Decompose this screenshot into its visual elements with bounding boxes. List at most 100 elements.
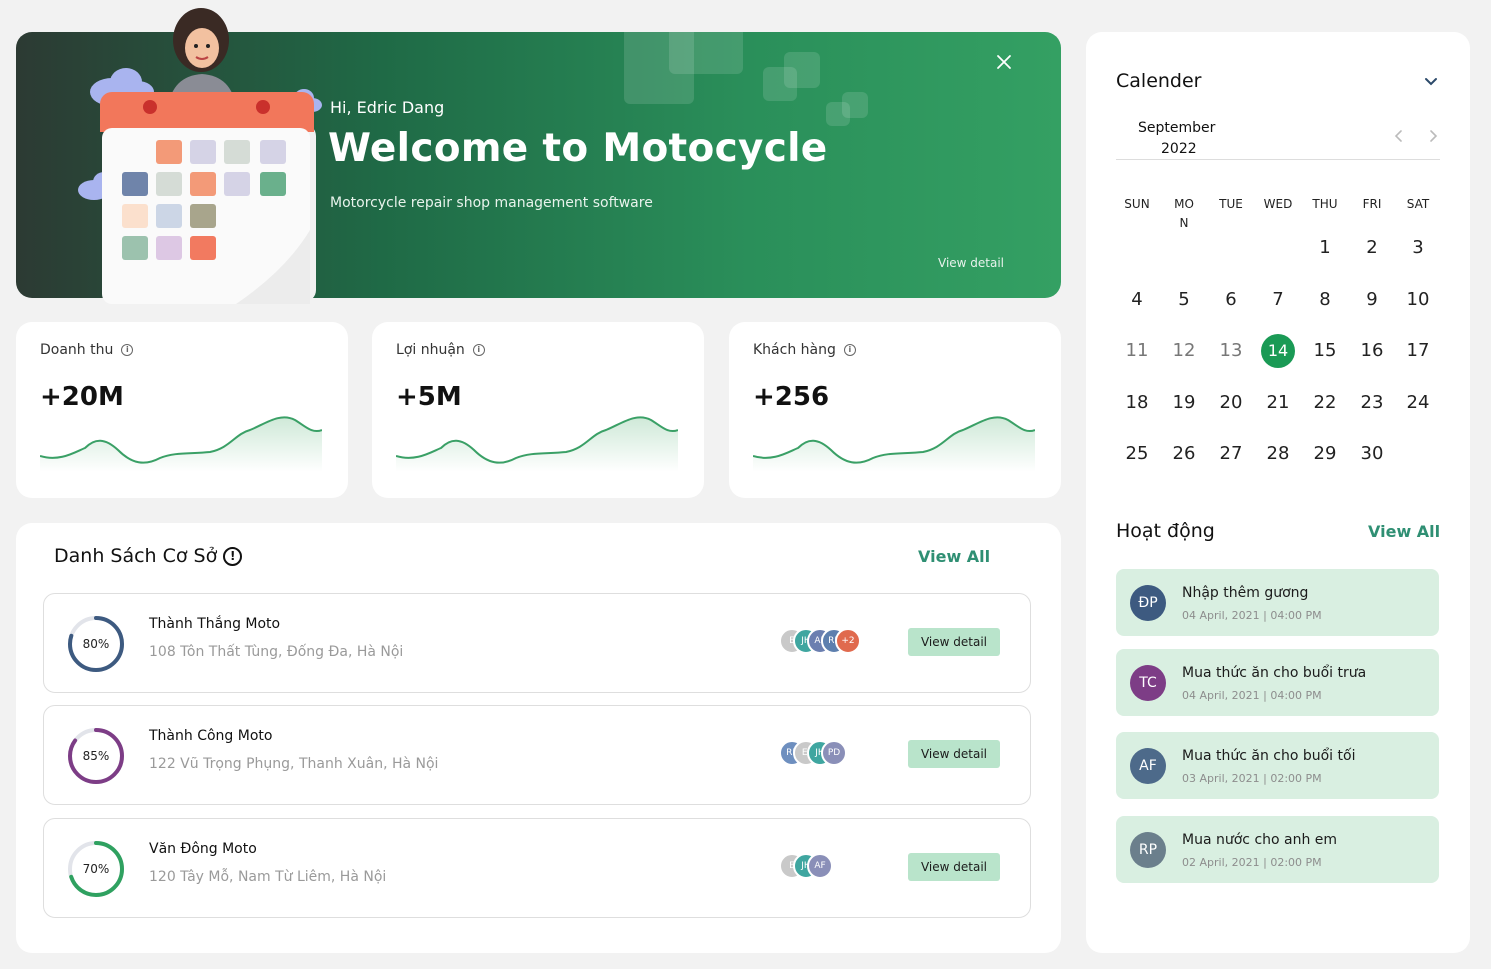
facility-row[interactable]: 80% Thành Thắng Moto 108 Tôn Thất Tùng, Đố… (43, 593, 1031, 693)
calendar-day[interactable]: 20 (1214, 386, 1248, 420)
calendar-day[interactable]: 19 (1167, 386, 1201, 420)
facility-list-panel: Danh Sách Cơ Sở ! View All 80% Thành Thắn… (16, 523, 1061, 953)
staff-avatars: RP EI JH PD (779, 740, 847, 768)
progress-ring: 70% (66, 839, 126, 899)
calendar-day[interactable]: 4 (1120, 283, 1154, 317)
activity-date: 03 April, 2021 | 02:00 PM (1182, 772, 1322, 785)
calendar-day[interactable]: 5 (1167, 283, 1201, 317)
alert-icon[interactable]: ! (223, 546, 243, 566)
calendar-month: September (1138, 120, 1216, 136)
facility-row[interactable]: 70% Văn Đông Moto 120 Tây Mỗ, Nam Từ Liêm,… (43, 818, 1031, 918)
calendar-day[interactable]: 23 (1355, 386, 1389, 420)
calendar-day[interactable]: 6 (1214, 283, 1248, 317)
chevron-left-icon[interactable] (1392, 128, 1406, 144)
activity-text: Mua thức ăn cho buổi trưa (1182, 665, 1367, 681)
avatar: ĐP (1130, 585, 1166, 621)
calendar-day[interactable]: 12 (1167, 334, 1201, 368)
calendar-day[interactable]: 21 (1261, 386, 1295, 420)
calendar-day[interactable]: 7 (1261, 283, 1295, 317)
calendar-day[interactable]: 17 (1401, 334, 1435, 368)
view-detail-button[interactable]: View detail (908, 740, 1000, 768)
facility-name: Văn Đông Moto (149, 841, 257, 857)
facility-view-all-link[interactable]: View All (918, 547, 990, 566)
calendar-day[interactable]: 25 (1120, 437, 1154, 471)
facility-row[interactable]: 85% Thành Công Moto 122 Vũ Trọng Phụng, Th… (43, 705, 1031, 805)
info-icon[interactable]: i (843, 344, 856, 356)
weekday-label: TUE (1219, 197, 1243, 211)
view-detail-button[interactable]: View detail (908, 853, 1000, 881)
activity-date: 04 April, 2021 | 04:00 PM (1182, 689, 1322, 702)
info-icon[interactable]: i (472, 344, 485, 356)
activity-item[interactable]: ĐP Nhập thêm gương 04 April, 2021 | 04:00 … (1116, 569, 1439, 636)
chevron-right-icon[interactable] (1426, 128, 1440, 144)
stat-card-customers: Khách hàng i +256 (729, 322, 1061, 498)
activity-text: Mua thức ăn cho buổi tối (1182, 748, 1356, 764)
activity-view-all-link[interactable]: View All (1368, 522, 1440, 541)
progress-percent: 85% (82, 749, 110, 763)
calendar-day[interactable]: 15 (1308, 334, 1342, 368)
calendar-day[interactable]: 1 (1308, 231, 1342, 265)
calendar-illustration (78, 8, 322, 304)
activity-item[interactable]: AF Mua thức ăn cho buổi tối 03 April, 2021… (1116, 732, 1439, 799)
calendar-day[interactable]: 18 (1120, 386, 1154, 420)
facility-name: Thành Thắng Moto (149, 616, 281, 632)
calendar-day[interactable]: 8 (1308, 283, 1342, 317)
calendar-day[interactable]: 30 (1355, 437, 1389, 471)
calendar-day[interactable]: 2 (1355, 231, 1389, 265)
progress-percent: 80% (82, 637, 110, 651)
progress-percent: 70% (82, 862, 110, 876)
info-icon[interactable]: i (121, 344, 134, 356)
activity-title: Hoạt động (1116, 520, 1215, 542)
calendar-year: 2022 (1161, 141, 1197, 157)
calendar-day[interactable]: 28 (1261, 437, 1295, 471)
banner-title: Welcome to Motocycle (328, 126, 828, 171)
avatar[interactable]: +2 (835, 628, 861, 654)
trend-sparkline (753, 416, 1035, 472)
activity-date: 02 April, 2021 | 02:00 PM (1182, 856, 1322, 869)
weekday-label: SAT (1406, 197, 1430, 211)
weekday-label: SUN (1124, 197, 1150, 211)
trend-sparkline (396, 416, 678, 472)
trend-sparkline (40, 416, 322, 472)
staff-avatars: E JH AF RP +2 (779, 628, 861, 656)
greeting-text: Hi, Edric Dang (330, 98, 445, 117)
calendar-day[interactable]: 27 (1214, 437, 1248, 471)
view-detail-button[interactable]: View detail (908, 628, 1000, 656)
stat-label: Lợi nhuận (396, 342, 465, 358)
calendar-day[interactable]: 10 (1401, 283, 1435, 317)
facility-name: Thành Công Moto (149, 728, 273, 744)
banner-subtitle: Motorcycle repair shop management softwa… (330, 195, 653, 211)
calendar-day-today[interactable]: 14 (1261, 334, 1295, 368)
stat-card-revenue: Doanh thu i +20M (16, 322, 348, 498)
calendar-day[interactable]: 13 (1214, 334, 1248, 368)
facility-address: 120 Tây Mỗ, Nam Từ Liêm, Hà Nội (149, 869, 387, 885)
calendar-day[interactable]: 9 (1355, 283, 1389, 317)
facility-address: 108 Tôn Thất Tùng, Đống Đa, Hà Nội (149, 644, 404, 660)
calendar-divider (1116, 159, 1440, 160)
activity-item[interactable]: TC Mua thức ăn cho buổi trưa 04 April, 202… (1116, 649, 1439, 716)
calendar-day[interactable]: 29 (1308, 437, 1342, 471)
calendar-day[interactable]: 24 (1401, 386, 1435, 420)
stat-label: Doanh thu (40, 342, 114, 358)
weekday-label: THU (1312, 197, 1338, 211)
stat-card-profit: Lợi nhuận i +5M (372, 322, 704, 498)
calendar-day[interactable]: 16 (1355, 334, 1389, 368)
welcome-banner: Hi, Edric Dang Welcome to Motocycle Moto… (16, 8, 1061, 304)
banner-view-detail-link[interactable]: View detail (938, 256, 1004, 270)
facility-address: 122 Vũ Trọng Phụng, Thanh Xuân, Hà Nội (149, 756, 439, 772)
close-icon[interactable] (994, 52, 1014, 72)
calendar-title: Calender (1116, 70, 1202, 92)
calendar-day[interactable]: 26 (1167, 437, 1201, 471)
stat-label: Khách hàng (753, 342, 836, 358)
avatar[interactable]: PD (821, 740, 847, 766)
progress-ring: 80% (66, 614, 126, 674)
calendar-day[interactable]: 22 (1308, 386, 1342, 420)
chevron-down-icon[interactable] (1422, 72, 1440, 90)
avatar: AF (1130, 748, 1166, 784)
avatar[interactable]: AF (807, 853, 833, 879)
calendar-day[interactable]: 3 (1401, 231, 1435, 265)
facility-list-title: Danh Sách Cơ Sở (54, 545, 218, 567)
activity-text: Mua nước cho anh em (1182, 832, 1338, 848)
calendar-day[interactable]: 11 (1120, 334, 1154, 368)
activity-item[interactable]: RP Mua nước cho anh em 02 April, 2021 | 02… (1116, 816, 1439, 883)
